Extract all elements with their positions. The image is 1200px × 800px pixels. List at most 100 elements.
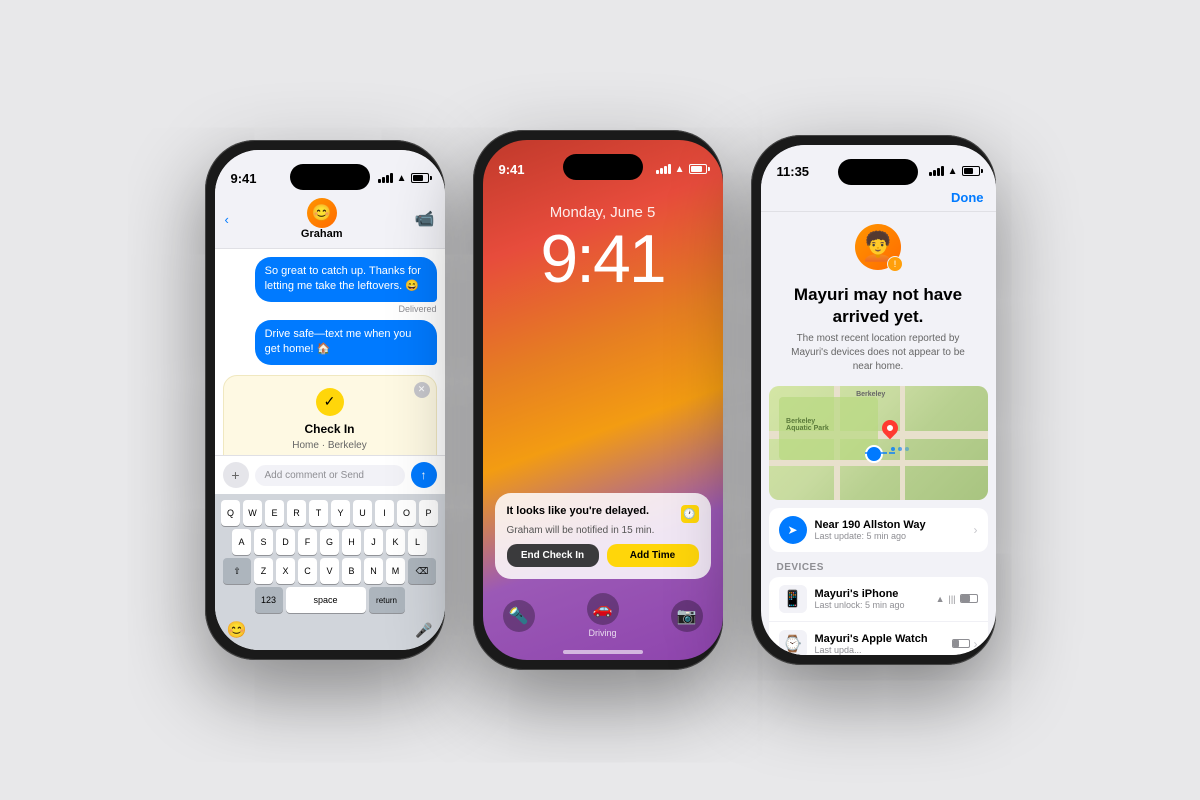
key-f[interactable]: F (298, 529, 317, 555)
key-m[interactable]: M (386, 558, 405, 584)
return-key[interactable]: return (369, 587, 405, 613)
delivered-label: Delivered (223, 304, 437, 314)
devices-section-label: DEVICES (761, 556, 996, 577)
location-name: Near 190 Allston Way (815, 519, 974, 531)
contact-info: 😊 Graham (301, 198, 343, 240)
message-input[interactable]: Add comment or Send (255, 465, 405, 486)
dynamic-island-2 (563, 154, 643, 180)
signal-icon-2 (656, 164, 671, 174)
emoji-icon[interactable]: 😊 (227, 620, 247, 640)
checkin-destination: Home · Berkeley (236, 440, 424, 451)
key-e[interactable]: E (265, 500, 284, 526)
keyboard-row-1: Q W E R T Y U I O P (219, 500, 441, 526)
key-j[interactable]: J (364, 529, 383, 555)
wifi-icon-3: ▲ (948, 166, 958, 177)
dynamic-island-3 (838, 159, 918, 185)
key-b[interactable]: B (342, 558, 361, 584)
alert-subtitle: The most recent location reported by May… (761, 332, 996, 382)
key-z[interactable]: Z (254, 558, 273, 584)
messages-header: ‹ 😊 Graham 📹 (215, 194, 445, 249)
key-g[interactable]: G (320, 529, 339, 555)
phone-messages: 9:41 ▲ ‹ (205, 140, 445, 660)
key-u[interactable]: U (353, 500, 372, 526)
wifi-icon-1: ▲ (397, 173, 407, 184)
checkin-check-icon: ✓ (316, 388, 344, 416)
key-s[interactable]: S (254, 529, 273, 555)
phone-lockscreen: 9:41 ▲ Monday, June 5 (473, 130, 723, 670)
flashlight-button[interactable]: 🔦 (503, 600, 535, 632)
send-button[interactable]: ↑ (411, 462, 437, 488)
location-row[interactable]: ➤ Near 190 Allston Way Last update: 5 mi… (769, 508, 988, 552)
notif-subtitle: Graham will be notified in 15 min. (507, 525, 699, 536)
signal-status-icon: ||| (948, 594, 955, 604)
iphone-info: Mayuri's iPhone Last unlock: 5 min ago (815, 588, 936, 610)
space-key[interactable]: space (286, 587, 366, 613)
devices-list: 📱 Mayuri's iPhone Last unlock: 5 min ago… (769, 577, 988, 655)
battery-icon-2 (689, 164, 707, 174)
watch-icon: ⌚ (779, 630, 807, 655)
key-r[interactable]: R (287, 500, 306, 526)
back-arrow-icon: ‹ (225, 212, 229, 227)
watch-info: Mayuri's Apple Watch Last upda... (815, 633, 952, 655)
status-time-3: 11:35 (777, 164, 810, 179)
key-o[interactable]: O (397, 500, 416, 526)
key-k[interactable]: K (386, 529, 405, 555)
lockscreen-time: 9:41 (483, 225, 723, 293)
numbers-key[interactable]: 123 (255, 587, 283, 613)
key-v[interactable]: V (320, 558, 339, 584)
iphone-status: ▲ ||| (936, 594, 978, 604)
key-l[interactable]: L (408, 529, 427, 555)
city-label: Berkeley (856, 391, 885, 398)
key-q[interactable]: Q (221, 500, 240, 526)
video-call-button[interactable]: 📹 (415, 209, 435, 229)
driving-mode: 🚗 Driving (587, 593, 619, 638)
watch-chevron-icon: › (974, 637, 978, 651)
device-watch[interactable]: ⌚ Mayuri's Apple Watch Last upda... › (769, 622, 988, 655)
camera-button[interactable]: 📷 (671, 600, 703, 632)
map-background: BerkeleyAquatic Park Berkele (769, 386, 988, 500)
key-i[interactable]: I (375, 500, 394, 526)
add-time-button[interactable]: Add Time (607, 544, 699, 567)
back-button[interactable]: ‹ (225, 212, 229, 227)
warning-badge: ! (887, 256, 903, 272)
lockscreen-date: Monday, June 5 (483, 204, 723, 221)
battery-status-icon (960, 594, 978, 603)
key-n[interactable]: N (364, 558, 383, 584)
shift-key[interactable]: ⇧ (223, 558, 251, 584)
findmy-header: Done (761, 186, 996, 212)
iphone-icon: 📱 (779, 585, 807, 613)
device-iphone[interactable]: 📱 Mayuri's iPhone Last unlock: 5 min ago… (769, 577, 988, 622)
message-input-area: + Add comment or Send ↑ (215, 455, 445, 494)
key-d[interactable]: D (276, 529, 295, 555)
message-bubble-2: Drive safe—text me when you get home! 🏠 (255, 320, 437, 365)
battery-icon-1 (411, 173, 429, 183)
key-y[interactable]: Y (331, 500, 350, 526)
key-w[interactable]: W (243, 500, 262, 526)
location-trail (865, 452, 895, 454)
signal-icon-3 (929, 166, 944, 176)
location-map[interactable]: BerkeleyAquatic Park Berkele (769, 386, 988, 500)
battery-icon-3 (962, 166, 980, 176)
lockscreen-bg: 9:41 ▲ Monday, June 5 (483, 140, 723, 660)
alert-avatar-area: 🧑‍🦱 ! (761, 212, 996, 278)
key-c[interactable]: C (298, 558, 317, 584)
key-h[interactable]: H (342, 529, 361, 555)
status-icons-3: ▲ (929, 166, 980, 177)
contact-name[interactable]: Graham (301, 228, 343, 240)
delete-key[interactable]: ⌫ (408, 558, 436, 584)
end-checkin-button[interactable]: End Check In (507, 544, 599, 567)
driving-icon[interactable]: 🚗 (587, 593, 619, 625)
key-p[interactable]: P (419, 500, 438, 526)
phones-container: 9:41 ▲ ‹ (185, 110, 1016, 690)
key-a[interactable]: A (232, 529, 251, 555)
mic-icon[interactable]: 🎤 (415, 622, 432, 639)
status-time-2: 9:41 (499, 162, 525, 177)
keyboard-row-2: A S D F G H J K L (219, 529, 441, 555)
key-x[interactable]: X (276, 558, 295, 584)
add-button[interactable]: + (223, 462, 249, 488)
checkin-close-button[interactable]: ✕ (414, 382, 430, 398)
done-button[interactable]: Done (773, 190, 984, 205)
key-t[interactable]: T (309, 500, 328, 526)
keyboard-row-3: ⇧ Z X C V B N M ⌫ (219, 558, 441, 584)
current-location-dot (865, 445, 883, 463)
